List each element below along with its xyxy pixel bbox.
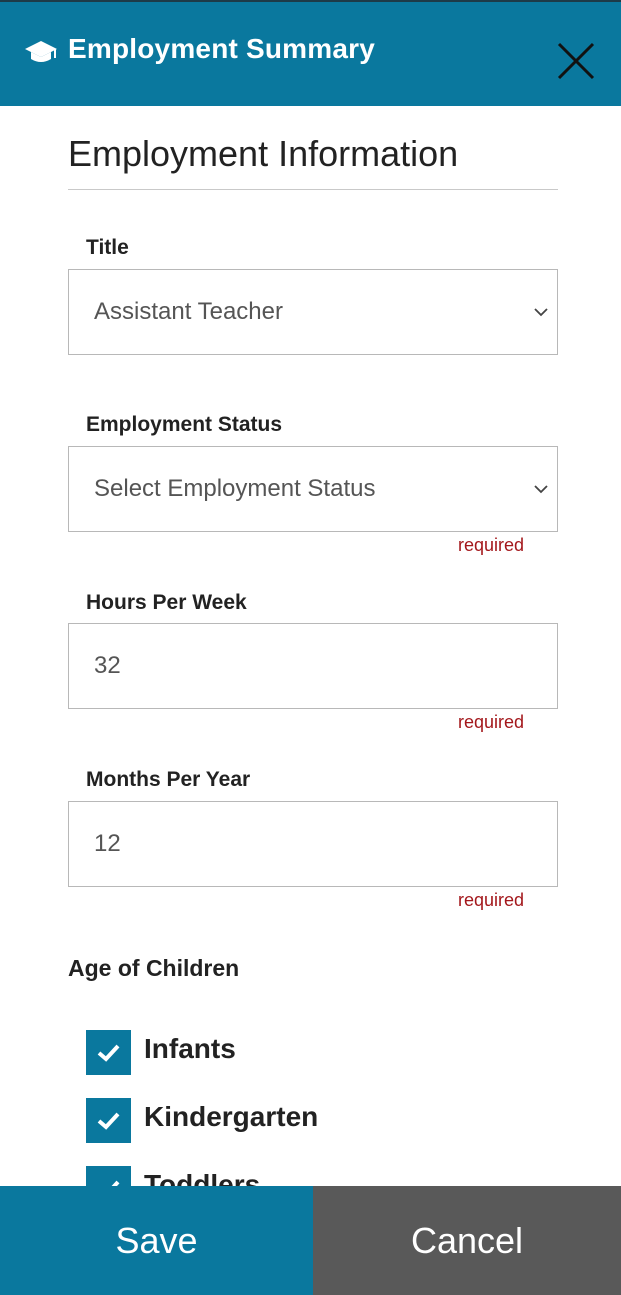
cancel-button[interactable]: Cancel [313,1186,621,1295]
graduation-cap-icon [25,41,57,62]
close-icon[interactable] [556,41,596,81]
hours-per-week-label: Hours Per Week [86,591,247,614]
chevron-down-icon [534,308,548,317]
title-label: Title [86,236,129,259]
checkbox-label: Toddlers [144,1169,261,1186]
checkmark-icon [97,1112,120,1130]
hours-per-week-value: 32 [94,652,121,679]
months-per-year-label: Months Per Year [86,768,251,791]
chevron-down-icon [534,485,548,494]
modal-footer: Save Cancel [0,1186,621,1295]
employment-status-select[interactable]: Select Employment Status [68,446,558,532]
title-select-value: Assistant Teacher [94,298,283,325]
checkbox-label: Infants [144,1033,236,1064]
months-per-year-input[interactable]: 12 [68,801,558,887]
employment-status-select-value: Select Employment Status [94,475,376,502]
title-select[interactable]: Assistant Teacher [68,269,558,355]
checkbox-label: Kindergarten [144,1101,319,1132]
employment-status-label: Employment Status [86,413,283,436]
modal-title: Employment Summary [68,33,376,64]
employment-status-required: required [458,535,525,555]
modal-header: Employment Summary [0,0,621,106]
months-per-year-value: 12 [94,830,121,857]
section-divider [68,189,558,190]
hours-per-week-required: required [458,712,525,732]
age-of-children-label: Age of Children [68,955,240,981]
save-button[interactable]: Save [0,1186,313,1295]
checkmark-icon [97,1044,120,1062]
months-per-year-required: required [458,890,525,910]
checkbox-checked[interactable] [86,1030,131,1075]
checkmark-icon [111,1180,120,1186]
section-title: Employment Information [68,133,459,174]
checkbox-checked[interactable] [86,1098,131,1143]
modal-body: Employment Information Title Assistant T… [0,106,621,1186]
checkbox-checked[interactable] [86,1166,131,1186]
hours-per-week-input[interactable]: 32 [68,623,558,709]
